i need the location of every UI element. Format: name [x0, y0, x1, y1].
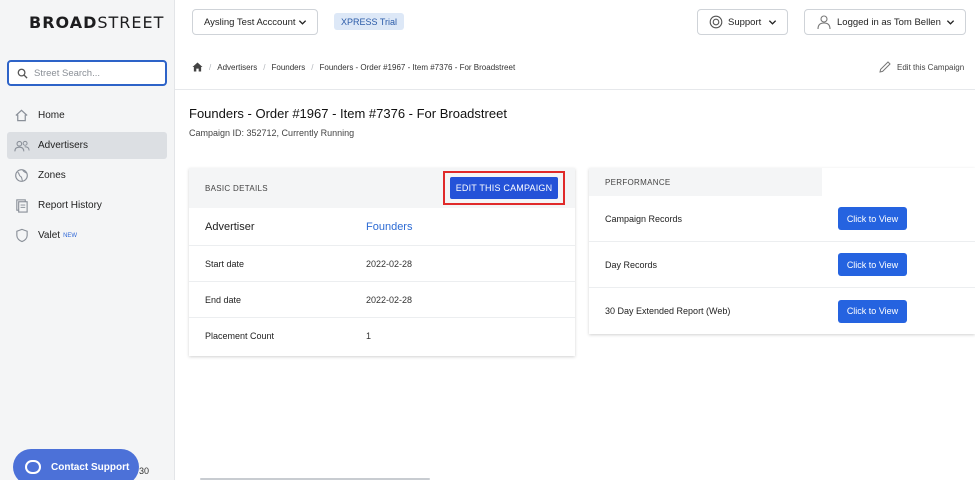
- basic-details-header: BASIC DETAILS EDIT THIS CAMPAIGN: [189, 168, 575, 208]
- sidebar-nav: Home Advertisers Zones Report History Va…: [7, 102, 167, 252]
- performance-card: PERFORMANCE Campaign Records Click to Vi…: [589, 168, 975, 334]
- sidebar-item-home[interactable]: Home: [7, 102, 167, 129]
- broadstreet-logo[interactable]: BROADSTREET: [29, 13, 164, 32]
- shield-icon: [13, 227, 30, 244]
- chat-bubble-icon: [25, 460, 41, 474]
- sidebar-item-label: Valet: [38, 230, 61, 241]
- performance-label: 30 Day Extended Report (Web): [605, 306, 731, 316]
- sidebar-bottom-number: 30: [139, 466, 150, 476]
- sidebar-item-label: Home: [38, 110, 65, 121]
- sidebar-item-valet[interactable]: Valet NEW: [7, 222, 167, 249]
- detail-row-advertiser: Advertiser Founders: [189, 208, 575, 246]
- view-extended-report-button[interactable]: Click to View: [838, 299, 907, 323]
- plan-badge: XPRESS Trial: [334, 13, 405, 30]
- edit-campaign-link-label: Edit this Campaign: [897, 62, 965, 72]
- performance-header: PERFORMANCE: [589, 168, 822, 196]
- street-search[interactable]: [7, 60, 167, 86]
- sidebar-item-label: Advertisers: [38, 140, 89, 151]
- home-icon: [13, 107, 30, 124]
- detail-value: 2022-02-28: [366, 258, 413, 269]
- users-icon: [13, 137, 30, 154]
- user-menu-button[interactable]: Logged in as Tom Bellen: [804, 9, 966, 35]
- detail-value: 1: [366, 331, 372, 341]
- edit-campaign-link[interactable]: Edit this Campaign: [878, 60, 964, 74]
- contact-support-button[interactable]: Contact Support: [13, 449, 139, 480]
- detail-label: Start date: [205, 258, 245, 269]
- chevron-down-icon: [768, 20, 777, 25]
- breadcrumb-separator: /: [263, 62, 266, 72]
- sidebar-item-report-history[interactable]: Report History: [7, 192, 167, 219]
- user-avatar-icon: [816, 14, 832, 30]
- view-campaign-records-button[interactable]: Click to View: [838, 207, 907, 230]
- sidebar-item-label: Report History: [38, 200, 102, 211]
- top-header: Aysling Test Acccount XPRESS Trial Suppo…: [175, 0, 975, 46]
- detail-label: Placement Count: [205, 331, 275, 341]
- home-icon[interactable]: [192, 62, 203, 72]
- basic-details-title: BASIC DETAILS: [205, 183, 268, 193]
- account-name: Aysling Test Acccount: [204, 16, 296, 28]
- chevron-down-icon: [298, 20, 307, 25]
- user-label: Logged in as Tom Bellen: [837, 16, 941, 28]
- pencil-icon: [879, 61, 891, 73]
- globe-icon: [13, 167, 30, 184]
- support-button[interactable]: Support: [697, 9, 788, 35]
- performance-row-campaign-records: Campaign Records Click to View: [589, 196, 975, 242]
- detail-value: 2022-02-28: [366, 294, 413, 305]
- sidebar-item-advertisers[interactable]: Advertisers: [7, 132, 167, 159]
- chevron-down-icon: [946, 20, 955, 25]
- basic-details-card: BASIC DETAILS EDIT THIS CAMPAIGN Adverti…: [189, 168, 575, 356]
- performance-row-extended-report: 30 Day Extended Report (Web) Click to Vi…: [589, 288, 975, 334]
- performance-label: Campaign Records: [605, 213, 683, 224]
- sidebar: BROADSTREET Home Advertisers Zones Repor…: [0, 0, 175, 480]
- detail-row-end-date: End date 2022-02-28: [189, 282, 575, 318]
- sidebar-item-zones[interactable]: Zones: [7, 162, 167, 189]
- account-selector[interactable]: Aysling Test Acccount: [192, 9, 318, 35]
- view-day-records-button[interactable]: Click to View: [838, 253, 907, 276]
- highlight-box: EDIT THIS CAMPAIGN: [443, 171, 565, 205]
- breadcrumb-bar: / Advertisers / Founders / Founders - Or…: [175, 48, 975, 90]
- breadcrumb-current: Founders - Order #1967 - Item #7376 - Fo…: [319, 62, 516, 72]
- page-title: Founders - Order #1967 - Item #7376 - Fo…: [189, 106, 507, 121]
- contact-support-label: Contact Support: [51, 461, 130, 473]
- detail-row-placement-count: Placement Count 1: [189, 318, 575, 354]
- report-icon: [13, 197, 30, 214]
- breadcrumb-separator: /: [209, 62, 212, 72]
- street-search-input[interactable]: [34, 67, 154, 79]
- performance-label: Day Records: [605, 259, 658, 270]
- advertiser-link[interactable]: Founders: [366, 221, 412, 233]
- campaign-status: Campaign ID: 352712, Currently Running: [189, 128, 355, 138]
- edit-this-campaign-button[interactable]: EDIT THIS CAMPAIGN: [450, 177, 558, 199]
- new-badge: NEW: [63, 232, 78, 239]
- breadcrumb-advertisers[interactable]: Advertisers: [217, 63, 257, 72]
- search-icon: [17, 68, 28, 79]
- detail-label: Advertiser: [205, 220, 255, 233]
- breadcrumb-separator: /: [311, 62, 314, 72]
- detail-row-start-date: Start date 2022-02-28: [189, 246, 575, 282]
- breadcrumb: / Advertisers / Founders / Founders - Or…: [192, 62, 515, 72]
- performance-row-day-records: Day Records Click to View: [589, 242, 975, 288]
- detail-label: End date: [205, 294, 242, 305]
- breadcrumb-founders[interactable]: Founders: [271, 63, 305, 72]
- sidebar-item-label: Zones: [38, 170, 66, 181]
- support-label: Support: [728, 16, 762, 28]
- lifebuoy-icon: [709, 15, 723, 29]
